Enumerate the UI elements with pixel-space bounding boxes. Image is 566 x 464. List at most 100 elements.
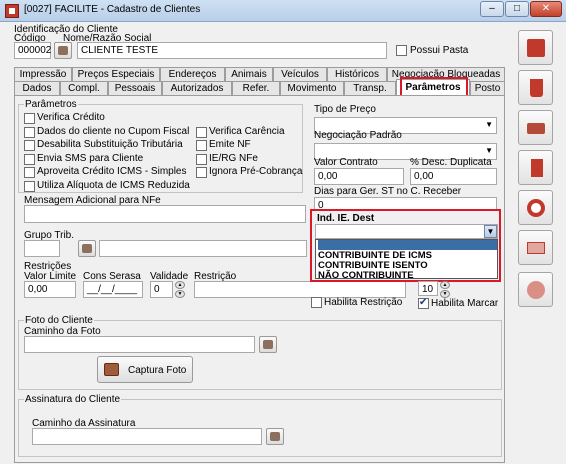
ind-ie-dest-highlight: Ind. IE. Dest ▼ CONTRIBUINTE DE ICMS CON…	[310, 209, 501, 282]
valor-contrato-field[interactable]: 0,00	[314, 168, 404, 185]
captura-foto-button[interactable]: Captura Foto	[97, 356, 193, 383]
tab-precos-especiais[interactable]: Preços Especiais	[72, 67, 160, 81]
possui-pasta-label: Possui Pasta	[410, 45, 469, 56]
delete-button[interactable]	[518, 70, 553, 105]
dropdown-option-nao-contribuinte[interactable]: NÃO CONTRIBUINTE	[318, 270, 498, 281]
settings-button[interactable]	[518, 272, 553, 307]
valor-contrato-label: Valor Contrato	[314, 157, 378, 168]
validade-spinner[interactable]: ▲ ▼	[175, 281, 185, 298]
valor-limite-field[interactable]: 0,00	[24, 281, 76, 298]
search-icon	[82, 244, 92, 253]
tab-posto[interactable]: Posto	[470, 81, 505, 95]
parametros-group-label: Parâmetros	[24, 99, 78, 110]
tab-impressao[interactable]: Impressão	[14, 67, 72, 81]
save-icon	[527, 39, 545, 57]
dados-cupom-checkbox[interactable]	[24, 127, 35, 138]
spin-down-icon[interactable]: ▼	[440, 290, 450, 298]
tab-refer[interactable]: Refer.	[232, 81, 280, 95]
camera-icon	[104, 363, 119, 376]
id-card-button[interactable]	[518, 230, 553, 265]
verifica-credito-checkbox[interactable]	[24, 113, 35, 124]
tab-pessoais[interactable]: Pessoais	[108, 81, 162, 95]
grupo-trib-search-button[interactable]	[78, 240, 96, 257]
tab-compl[interactable]: Compl.	[60, 81, 108, 95]
habilita-marcar-checkbox[interactable]	[418, 297, 429, 309]
browse-assinatura-button[interactable]	[266, 428, 284, 445]
folder-icon	[270, 432, 280, 441]
maximize-button[interactable]: □	[505, 1, 529, 17]
habilita-marcar-label: Habilita Marcar	[431, 298, 499, 309]
desc-duplicata-field[interactable]: 0,00	[410, 168, 497, 185]
verifica-carencia-label: Verifica Carência	[209, 126, 285, 137]
emite-nf-checkbox[interactable]	[196, 140, 207, 151]
minimize-button[interactable]: –	[480, 1, 504, 17]
envia-sms-checkbox[interactable]	[24, 154, 35, 165]
aliquota-reduzida-checkbox[interactable]	[24, 181, 35, 192]
spin-up-icon[interactable]: ▲	[440, 281, 450, 289]
habilita-restricao-label: Habilita Restrição	[324, 297, 403, 308]
ie-rg-nfe-checkbox[interactable]	[196, 154, 207, 165]
chevron-down-icon: ▼	[485, 146, 493, 155]
tab-animais[interactable]: Animais	[225, 67, 273, 81]
caminho-assinatura-field[interactable]	[32, 428, 262, 445]
ind-ie-dest-label: Ind. IE. Dest	[317, 213, 375, 224]
mensagem-field[interactable]	[24, 205, 306, 223]
tab-enderecos[interactable]: Endereços	[160, 67, 225, 81]
delete-icon	[530, 79, 543, 97]
possui-pasta-checkbox[interactable]	[396, 45, 407, 56]
search-cliente-button[interactable]	[54, 42, 72, 59]
folder-icon	[263, 340, 273, 349]
foto-group-label: Foto do Cliente	[24, 315, 94, 326]
grupo-trib-code-field[interactable]	[24, 240, 60, 257]
ind-ie-dest-dropdown-list: CONTRIBUINTE DE ICMS CONTRIBUINTE ISENTO…	[315, 239, 498, 281]
desabilita-st-checkbox[interactable]	[24, 140, 35, 151]
tab-movimento[interactable]: Movimento	[280, 81, 344, 95]
id-card-icon	[527, 242, 545, 254]
ignora-pre-cobranca-label: Ignora Pré-Cobrança	[209, 166, 303, 177]
print-button[interactable]	[518, 110, 553, 145]
aproveita-credito-checkbox[interactable]	[24, 167, 35, 178]
ind-ie-dest-select[interactable]: ▼	[315, 224, 498, 239]
nome-field[interactable]: CLIENTE TESTE	[77, 42, 387, 59]
save-button[interactable]	[518, 30, 553, 65]
tipo-preco-label: Tipo de Preço	[314, 104, 376, 115]
exit-button[interactable]	[518, 150, 553, 185]
help-button[interactable]	[518, 190, 553, 225]
envia-sms-label: Envia SMS para Cliente	[37, 153, 144, 164]
ignora-pre-cobranca-checkbox[interactable]	[196, 167, 207, 178]
app-icon	[5, 4, 19, 18]
dropdown-option-blank[interactable]	[318, 240, 497, 250]
help-icon	[527, 199, 545, 217]
chevron-down-icon[interactable]: ▼	[484, 225, 497, 238]
ie-rg-nfe-label: IE/RG NFe	[209, 153, 258, 164]
desc-duplicata-label: % Desc. Duplicata	[410, 157, 492, 168]
spin-down-icon[interactable]: ▼	[175, 290, 185, 298]
negociacao-padrao-label: Negociação Padrão	[314, 130, 402, 141]
codigo-field[interactable]: 000002	[14, 42, 51, 59]
right-spin-field[interactable]: 10	[418, 281, 438, 296]
tab-dados[interactable]: Dados	[14, 81, 60, 95]
title-bar: [0027] FACILITE - Cadastro de Clientes –…	[0, 0, 566, 22]
captura-foto-label: Captura Foto	[128, 365, 187, 376]
close-button[interactable]: ✕	[530, 1, 562, 17]
settings-icon	[527, 281, 545, 299]
aproveita-credito-label: Aproveita Crédito ICMS - Simples	[37, 166, 187, 177]
restricao-field[interactable]	[194, 281, 406, 298]
print-icon	[527, 123, 545, 134]
validade-field[interactable]: 0	[150, 281, 173, 298]
browse-foto-button[interactable]	[259, 336, 277, 353]
cons-serasa-field[interactable]: __/__/____	[83, 281, 143, 298]
tab-transp[interactable]: Transp.	[344, 81, 396, 95]
verifica-credito-label: Verifica Crédito	[37, 112, 105, 123]
tab-veiculos[interactable]: Veículos	[273, 67, 327, 81]
habilita-restricao-checkbox[interactable]	[311, 297, 322, 308]
spin-up-icon[interactable]: ▲	[175, 281, 185, 289]
tab-autorizados[interactable]: Autorizados	[162, 81, 232, 95]
grupo-trib-desc-field[interactable]	[99, 240, 307, 257]
exit-icon	[531, 159, 543, 177]
tab-historicos[interactable]: Históricos	[327, 67, 387, 81]
verifica-carencia-checkbox[interactable]	[196, 127, 207, 138]
right-spinner[interactable]: ▲ ▼	[440, 281, 450, 298]
dias-st-label: Dias para Ger. ST no C. Receber	[314, 186, 462, 197]
caminho-foto-field[interactable]	[24, 336, 255, 353]
